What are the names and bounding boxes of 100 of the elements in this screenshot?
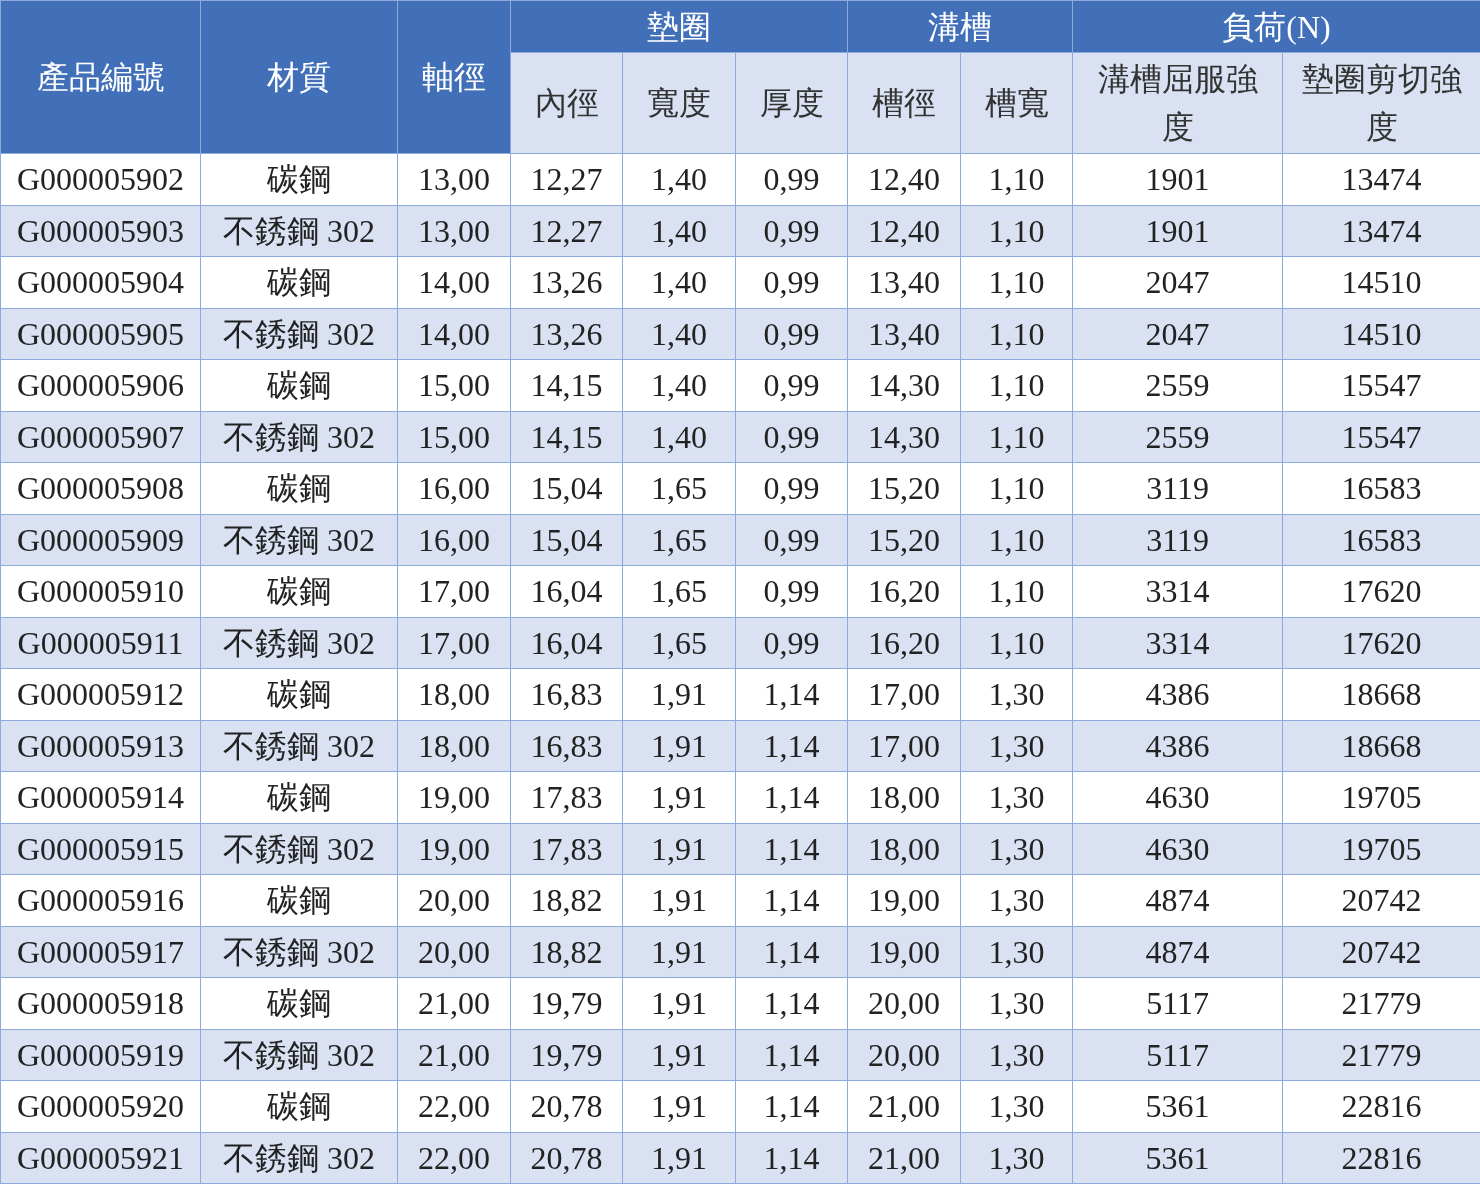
table-cell: 14,15: [510, 359, 623, 411]
table-cell: 碳鋼: [200, 668, 398, 720]
column-header: 產品編號: [0, 0, 201, 154]
table-cell: 1,10: [960, 617, 1073, 669]
table-cell: G000005914: [0, 771, 201, 823]
table-cell: 1901: [1072, 153, 1283, 205]
table-cell: 0,99: [735, 565, 848, 617]
table-cell: G000005915: [0, 823, 201, 875]
table-cell: 1,30: [960, 1132, 1073, 1184]
table-cell: 1,14: [735, 1080, 848, 1132]
table-cell: 1,65: [622, 462, 736, 514]
table-cell: 21,00: [847, 1080, 961, 1132]
table-cell: 15,20: [847, 462, 961, 514]
table-cell: 碳鋼: [200, 153, 398, 205]
table-cell: 1,10: [960, 205, 1073, 257]
table-cell: G000005916: [0, 874, 201, 926]
table-cell: 17,00: [847, 668, 961, 720]
table-cell: 1,65: [622, 514, 736, 566]
table-cell: 20,00: [847, 977, 961, 1029]
table-cell: G000005919: [0, 1029, 201, 1081]
table-cell: 22,00: [397, 1132, 511, 1184]
table-cell: 22,00: [397, 1080, 511, 1132]
table-cell: 16,20: [847, 565, 961, 617]
table-cell: 12,40: [847, 205, 961, 257]
table-cell: G000005911: [0, 617, 201, 669]
table-cell: 5117: [1072, 977, 1283, 1029]
table-cell: 16,00: [397, 462, 511, 514]
table-cell: 不銹鋼 302: [200, 720, 398, 772]
table-cell: 4874: [1072, 926, 1283, 978]
table-cell: 碳鋼: [200, 565, 398, 617]
table-cell: 1,40: [622, 411, 736, 463]
table-cell: 1,65: [622, 565, 736, 617]
table-cell: 15,04: [510, 462, 623, 514]
table-cell: G000005913: [0, 720, 201, 772]
table-cell: 0,99: [735, 514, 848, 566]
table-cell: 14,15: [510, 411, 623, 463]
table-cell: 1,10: [960, 411, 1073, 463]
table-cell: 1,10: [960, 153, 1073, 205]
table-cell: G000005921: [0, 1132, 201, 1184]
table-cell: 不銹鋼 302: [200, 1132, 398, 1184]
table-cell: 2047: [1072, 256, 1283, 308]
table-cell: 4630: [1072, 823, 1283, 875]
table-cell: G000005904: [0, 256, 201, 308]
table-cell: 0,99: [735, 462, 848, 514]
column-header: 軸徑: [397, 0, 511, 154]
table-cell: 12,27: [510, 205, 623, 257]
table-cell: 20,78: [510, 1080, 623, 1132]
table-cell: 1,30: [960, 1080, 1073, 1132]
table-cell: 不銹鋼 302: [200, 308, 398, 360]
column-header: 槽徑: [847, 52, 961, 154]
table-cell: 0,99: [735, 205, 848, 257]
table-cell: 19,79: [510, 977, 623, 1029]
table-cell: 2559: [1072, 359, 1283, 411]
table-cell: 不銹鋼 302: [200, 1029, 398, 1081]
table-cell: 碳鋼: [200, 771, 398, 823]
table-cell: 17,83: [510, 771, 623, 823]
table-cell: 1,14: [735, 874, 848, 926]
table-cell: 1,30: [960, 926, 1073, 978]
table-cell: 3314: [1072, 565, 1283, 617]
table-cell: 不銹鋼 302: [200, 926, 398, 978]
table-cell: 4386: [1072, 720, 1283, 772]
table-cell: 1,91: [622, 720, 736, 772]
table-cell: 碳鋼: [200, 462, 398, 514]
table-cell: 1,91: [622, 668, 736, 720]
column-group-header: 墊圈: [510, 0, 848, 53]
table-cell: 1,91: [622, 771, 736, 823]
table-cell: 0,99: [735, 617, 848, 669]
table-cell: 碳鋼: [200, 874, 398, 926]
table-cell: 18,82: [510, 926, 623, 978]
table-cell: 16,00: [397, 514, 511, 566]
table-cell: 1,14: [735, 668, 848, 720]
table-cell: G000005920: [0, 1080, 201, 1132]
table-cell: 21,00: [847, 1132, 961, 1184]
column-header: 厚度: [735, 52, 848, 154]
table-cell: G000005918: [0, 977, 201, 1029]
table-cell: 1,14: [735, 771, 848, 823]
table-cell: 0,99: [735, 153, 848, 205]
table-cell: 13,00: [397, 205, 511, 257]
table-cell: 13,26: [510, 308, 623, 360]
table-cell: 1,91: [622, 874, 736, 926]
table-cell: 1,91: [622, 977, 736, 1029]
table-cell: 16,04: [510, 617, 623, 669]
column-header: 墊圈剪切強度: [1282, 52, 1480, 154]
table-cell: 1,10: [960, 256, 1073, 308]
table-cell: 1,30: [960, 668, 1073, 720]
table-cell: 1,30: [960, 977, 1073, 1029]
table-cell: 3119: [1072, 462, 1283, 514]
table-cell: 1,30: [960, 874, 1073, 926]
table-cell: G000005912: [0, 668, 201, 720]
table-cell: 16,04: [510, 565, 623, 617]
table-cell: 1,40: [622, 308, 736, 360]
table-cell: 15,20: [847, 514, 961, 566]
table-cell: G000005905: [0, 308, 201, 360]
table-cell: 不銹鋼 302: [200, 823, 398, 875]
table-cell: 19,00: [847, 874, 961, 926]
table-cell: 5361: [1072, 1080, 1283, 1132]
table-cell: 1,14: [735, 1029, 848, 1081]
table-cell: 1,14: [735, 1132, 848, 1184]
column-header: 溝槽屈服強度: [1072, 52, 1283, 154]
table-cell: 1,30: [960, 823, 1073, 875]
